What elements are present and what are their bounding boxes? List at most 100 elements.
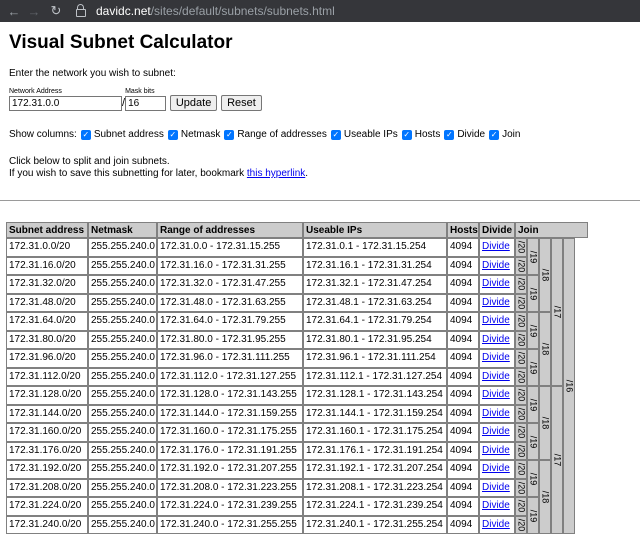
join-cell-label: /20 (516, 351, 527, 365)
join-cell[interactable]: /20 (515, 515, 527, 534)
join-cell[interactable]: /17 (551, 238, 563, 386)
divide-link[interactable]: Divide (479, 293, 515, 312)
join-cell[interactable]: /17 (551, 386, 563, 534)
range-cell: 172.31.16.0 - 172.31.31.255 (157, 256, 303, 275)
checkbox-netmask[interactable]: ✓ Netmask (167, 129, 220, 140)
checkbox-checked-icon[interactable]: ✓ (80, 129, 91, 140)
netmask-cell: 255.255.240.0 (88, 367, 157, 386)
range-cell: 172.31.96.0 - 172.31.111.255 (157, 349, 303, 368)
join-cell[interactable]: /20 (515, 312, 527, 331)
join-cell[interactable]: /18 (539, 312, 551, 386)
divide-link[interactable]: Divide (479, 312, 515, 331)
join-cell[interactable]: /19 (527, 238, 539, 275)
back-arrow-icon[interactable]: ← (4, 4, 24, 19)
join-cell-label: /19 (528, 250, 539, 263)
hosts-cell: 4094 (447, 256, 479, 275)
header-join: Join (515, 222, 588, 238)
netmask-cell: 255.255.240.0 (88, 312, 157, 331)
join-cell-label: /17 (552, 453, 563, 467)
join-cell[interactable]: /20 (515, 423, 527, 442)
mask-bits-input[interactable] (125, 96, 167, 111)
join-cell-label: /19 (528, 361, 539, 374)
join-cell[interactable]: /19 (527, 275, 539, 312)
divide-link[interactable]: Divide (479, 515, 515, 534)
checkbox-checked-icon[interactable]: ✓ (167, 129, 178, 140)
reload-icon[interactable]: ↻ (46, 3, 66, 19)
divide-link[interactable]: Divide (479, 460, 515, 479)
network-address-input[interactable] (9, 96, 122, 111)
checkbox-range-of-addresses[interactable]: ✓ Range of addresses (224, 129, 327, 140)
bookmark-hyperlink[interactable]: this hyperlink (247, 168, 305, 179)
subnet-address-cell: 172.31.16.0/20 (6, 256, 88, 275)
checkbox-checked-icon[interactable]: ✓ (401, 129, 412, 140)
hosts-cell: 4094 (447, 293, 479, 312)
checkbox-useable-ips[interactable]: ✓ Useable IPs (330, 129, 398, 140)
join-cell[interactable]: /18 (539, 460, 551, 534)
show-columns-row: Show columns: ✓ Subnet address ✓ Netmask ✓… (9, 129, 524, 140)
divide-link[interactable]: Divide (479, 330, 515, 349)
useable-ips-cell: 172.31.16.1 - 172.31.31.254 (303, 256, 447, 275)
join-cell[interactable]: /20 (515, 293, 527, 312)
subnet-address-cell: 172.31.96.0/20 (6, 349, 88, 368)
join-cell[interactable]: /20 (515, 404, 527, 423)
join-cell[interactable]: /19 (527, 312, 539, 349)
divide-link[interactable]: Divide (479, 441, 515, 460)
divide-link[interactable]: Divide (479, 497, 515, 516)
netmask-cell: 255.255.240.0 (88, 238, 157, 257)
join-cell[interactable]: /19 (527, 460, 539, 497)
divide-link[interactable]: Divide (479, 478, 515, 497)
join-cell[interactable]: /20 (515, 367, 527, 386)
hosts-cell: 4094 (447, 330, 479, 349)
divide-link[interactable]: Divide (479, 386, 515, 405)
join-cell[interactable]: /20 (515, 256, 527, 275)
lock-icon[interactable] (76, 3, 86, 17)
join-cell[interactable]: /20 (515, 460, 527, 479)
join-cell[interactable]: /16 (563, 238, 575, 534)
checkbox-join[interactable]: ✓ Join (489, 129, 520, 140)
divide-link[interactable]: Divide (479, 423, 515, 442)
join-cell[interactable]: /20 (515, 441, 527, 460)
checkbox-checked-icon[interactable]: ✓ (224, 129, 235, 140)
join-cell[interactable]: /19 (527, 497, 539, 534)
join-cell[interactable]: /19 (527, 386, 539, 423)
range-cell: 172.31.208.0 - 172.31.223.255 (157, 478, 303, 497)
checkbox-subnet-address[interactable]: ✓ Subnet address (80, 129, 164, 140)
join-cell[interactable]: /20 (515, 275, 527, 294)
divide-link[interactable]: Divide (479, 256, 515, 275)
join-cell-label: /17 (552, 305, 563, 319)
checkbox-hosts[interactable]: ✓ Hosts (401, 129, 440, 140)
join-cell[interactable]: /20 (515, 330, 527, 349)
address-bar[interactable]: davidc.net/sites/default/subnets/subnets… (96, 4, 335, 18)
update-button[interactable]: Update (169, 95, 218, 111)
join-cell-label: /20 (516, 370, 527, 384)
useable-ips-cell: 172.31.160.1 - 172.31.175.254 (303, 423, 447, 442)
reset-button[interactable]: Reset (221, 95, 262, 111)
subnet-address-cell: 172.31.48.0/20 (6, 293, 88, 312)
join-cell-label: /19 (528, 398, 539, 411)
divide-link[interactable]: Divide (479, 349, 515, 368)
join-cell[interactable]: /20 (515, 238, 527, 257)
divide-link[interactable]: Divide (479, 367, 515, 386)
checkbox-checked-icon[interactable]: ✓ (444, 129, 455, 140)
divide-link[interactable]: Divide (479, 275, 515, 294)
join-cell[interactable]: /20 (515, 478, 527, 497)
join-cell-label: /18 (540, 416, 551, 430)
useable-ips-cell: 172.31.48.1 - 172.31.63.254 (303, 293, 447, 312)
join-cell[interactable]: /19 (527, 349, 539, 386)
checkbox-divide[interactable]: ✓ Divide (444, 129, 485, 140)
join-cell[interactable]: /18 (539, 238, 551, 312)
join-cell[interactable]: /20 (515, 497, 527, 516)
hosts-cell: 4094 (447, 349, 479, 368)
hosts-cell: 4094 (447, 441, 479, 460)
join-cell[interactable]: /19 (527, 423, 539, 460)
checkbox-checked-icon[interactable]: ✓ (489, 129, 500, 140)
checkbox-label: Divide (457, 129, 486, 140)
join-cell[interactable]: /20 (515, 386, 527, 405)
forward-arrow-icon[interactable]: → (24, 4, 44, 19)
checkbox-checked-icon[interactable]: ✓ (330, 129, 341, 140)
join-cell[interactable]: /18 (539, 386, 551, 460)
join-cell[interactable]: /20 (515, 349, 527, 368)
divide-link[interactable]: Divide (479, 238, 515, 257)
divide-link[interactable]: Divide (479, 404, 515, 423)
join-cell-label: /20 (516, 499, 527, 513)
